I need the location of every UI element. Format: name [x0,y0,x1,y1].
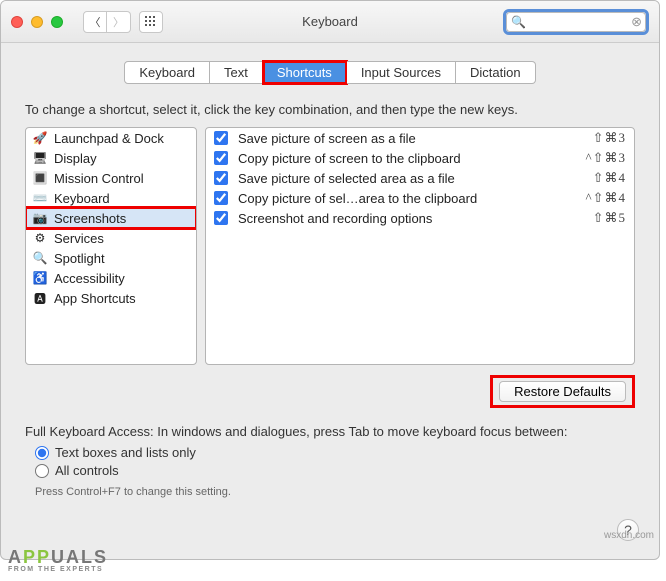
shortcut-keys[interactable]: ^⇧⌘4 [586,190,627,206]
launchpad-dock-icon: 🚀 [32,130,48,146]
tab-text[interactable]: Text [210,61,263,84]
logo-green: PP [23,547,51,567]
search-input[interactable] [506,12,646,32]
logo-pre: A [8,547,23,567]
grid-icon [145,16,157,28]
category-spotlight[interactable]: 🔍 Spotlight [26,248,196,268]
shortcut-row[interactable]: Copy picture of sel…area to the clipboar… [206,188,634,208]
mission-control-icon: 🔳 [32,170,48,186]
shortcut-label: Screenshot and recording options [238,211,593,226]
fka-radio[interactable] [35,464,49,478]
fka-option[interactable]: All controls [35,463,635,478]
tab-keyboard[interactable]: Keyboard [124,61,210,84]
zoom-window-icon[interactable] [51,16,63,28]
show-all-button[interactable] [139,11,163,33]
display-icon: 🖥 [32,150,48,166]
category-list[interactable]: 🚀 Launchpad & Dock 🖥 Display 🔳 Mission Contro… [25,127,197,365]
category-label: Mission Control [54,171,144,186]
keyboard-icon: ⌨️ [32,190,48,206]
shortcut-keys[interactable]: ⇧⌘5 [593,210,626,226]
spotlight-icon: 🔍 [32,250,48,266]
search-icon: 🔍 [511,15,526,29]
fka-option[interactable]: Text boxes and lists only [35,445,635,460]
shortcut-label: Copy picture of sel…area to the clipboar… [238,191,586,206]
shortcut-row[interactable]: Save picture of screen as a file⇧⌘3 [206,128,634,148]
logo-sub: FROM THE EXPERTS [8,566,108,573]
shortcut-checkbox[interactable] [214,151,228,165]
close-window-icon[interactable] [11,16,23,28]
tab-dictation[interactable]: Dictation [456,61,536,84]
attribution: wsxdn.com [604,530,654,541]
category-mission-control[interactable]: 🔳 Mission Control [26,168,196,188]
tab-input-sources[interactable]: Input Sources [347,61,456,84]
tab-bar: KeyboardTextShortcutsInput SourcesDictat… [25,61,635,84]
search-wrap: 🔍 ⊗ [503,9,649,35]
fka-option-label: Text boxes and lists only [55,445,196,460]
restore-highlight: Restore Defaults [490,375,635,408]
category-screenshots[interactable]: 📷 Screenshots [26,208,196,228]
app-shortcuts-icon: 🅰 [32,290,48,306]
shortcut-keys[interactable]: ⇧⌘3 [593,130,626,146]
tab-shortcuts[interactable]: Shortcuts [263,61,347,84]
category-label: App Shortcuts [54,291,136,306]
category-label: Display [54,151,97,166]
services-icon: ⚙ [32,230,48,246]
full-keyboard-access-label: Full Keyboard Access: In windows and dia… [25,424,635,439]
clear-search-icon[interactable]: ⊗ [631,14,642,30]
category-label: Spotlight [54,251,105,266]
shortcut-label: Copy picture of screen to the clipboard [238,151,586,166]
shortcut-checkbox[interactable] [214,211,228,225]
fka-radio[interactable] [35,446,49,460]
shortcut-keys[interactable]: ^⇧⌘3 [586,150,627,166]
window-controls [11,16,63,28]
shortcut-checkbox[interactable] [214,171,228,185]
shortcut-list[interactable]: Save picture of screen as a file⇧⌘3Copy … [205,127,635,365]
logo-post: UALS [51,547,108,567]
accessibility-icon: ♿ [32,270,48,286]
fka-hint: Press Control+F7 to change this setting. [35,486,635,498]
shortcut-checkbox[interactable] [214,131,228,145]
titlebar: 〈 〉 Keyboard 🔍 ⊗ [1,1,659,43]
screenshots-icon: 📷 [32,210,48,226]
back-button[interactable]: 〈 [83,11,107,33]
forward-button: 〉 [107,11,131,33]
category-keyboard[interactable]: ⌨️ Keyboard [26,188,196,208]
category-label: Accessibility [54,271,125,286]
restore-defaults-button[interactable]: Restore Defaults [499,381,626,402]
shortcut-label: Save picture of selected area as a file [238,171,593,186]
category-app-shortcuts[interactable]: 🅰 App Shortcuts [26,288,196,308]
shortcut-row[interactable]: Save picture of selected area as a file⇧… [206,168,634,188]
logo: APPUALS FROM THE EXPERTS [8,547,108,573]
category-label: Launchpad & Dock [54,131,164,146]
shortcut-keys[interactable]: ⇧⌘4 [593,170,626,186]
category-services[interactable]: ⚙ Services [26,228,196,248]
shortcut-label: Save picture of screen as a file [238,131,593,146]
shortcut-row[interactable]: Copy picture of screen to the clipboard^… [206,148,634,168]
window-title: Keyboard [302,14,358,29]
fka-option-label: All controls [55,463,119,478]
category-label: Services [54,231,104,246]
category-label: Screenshots [54,211,126,226]
nav-buttons: 〈 〉 [83,11,131,33]
minimize-window-icon[interactable] [31,16,43,28]
category-launchpad-dock[interactable]: 🚀 Launchpad & Dock [26,128,196,148]
category-display[interactable]: 🖥 Display [26,148,196,168]
shortcut-checkbox[interactable] [214,191,228,205]
instruction-text: To change a shortcut, select it, click t… [25,102,635,117]
category-accessibility[interactable]: ♿ Accessibility [26,268,196,288]
category-label: Keyboard [54,191,110,206]
shortcut-row[interactable]: Screenshot and recording options⇧⌘5 [206,208,634,228]
